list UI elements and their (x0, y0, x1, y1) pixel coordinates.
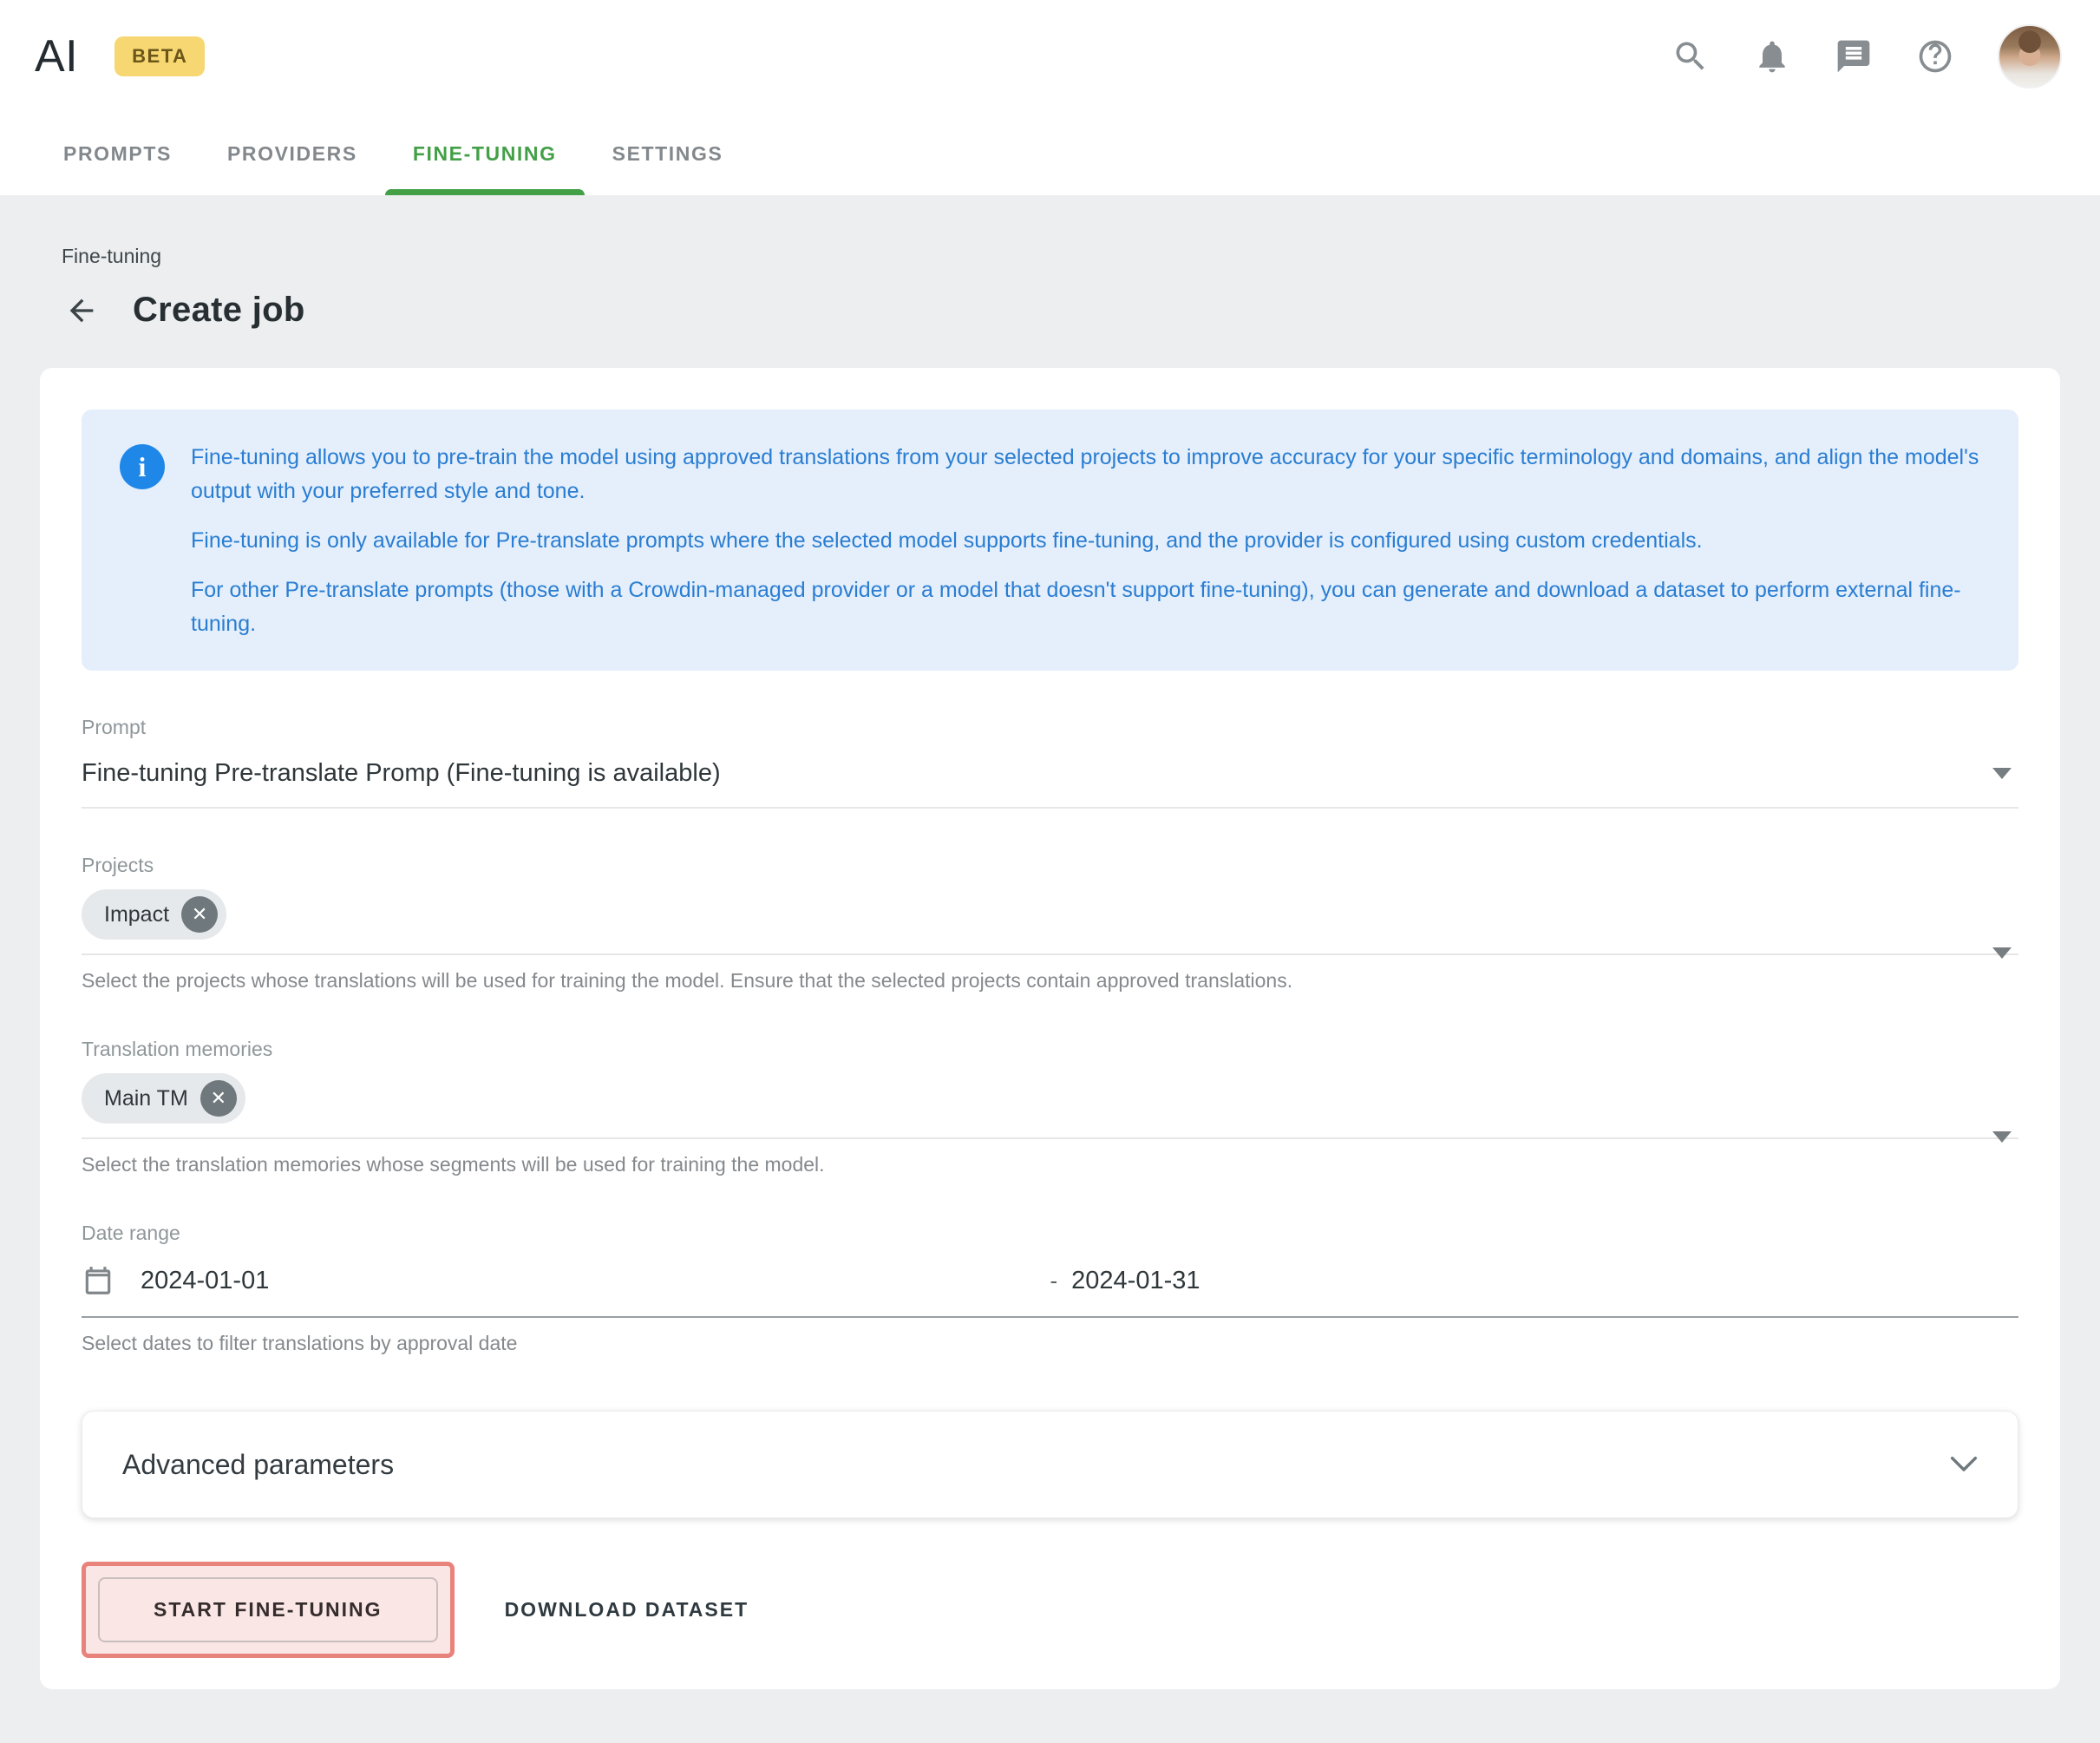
main-content: Fine-tuning Create job i Fine-tuning all… (0, 195, 2100, 1689)
info-icon: i (120, 444, 165, 489)
info-paragraph-1: Fine-tuning allows you to pre-train the … (191, 441, 1980, 508)
translation-memory-chip: Main TM ✕ (82, 1073, 245, 1124)
prompt-label: Prompt (82, 716, 2018, 739)
back-arrow-icon[interactable] (62, 293, 101, 328)
help-icon[interactable] (1916, 37, 1954, 75)
notifications-bell-icon[interactable] (1753, 37, 1791, 75)
chevron-down-icon (1950, 1456, 1978, 1473)
download-dataset-button[interactable]: DOWNLOAD DATASET (496, 1581, 758, 1639)
start-fine-tuning-highlight: START FINE-TUNING (82, 1562, 455, 1658)
date-range-field: Date range 2024-01-01 - 2024-01-31 Selec… (82, 1222, 2018, 1355)
translation-memories-chip-row[interactable]: Main TM ✕ (82, 1073, 2018, 1124)
tab-prompts[interactable]: PROMPTS (36, 113, 200, 195)
translation-memories-field: Translation memories Main TM ✕ Select th… (82, 1038, 2018, 1176)
project-chip: Impact ✕ (82, 889, 226, 940)
date-from-value: 2024-01-01 (141, 1267, 269, 1295)
date-range-underline (82, 1316, 2018, 1318)
info-box-text: Fine-tuning allows you to pre-train the … (191, 441, 1980, 641)
advanced-parameters-accordion[interactable]: Advanced parameters (82, 1411, 2018, 1518)
translation-memories-underline (82, 1137, 2018, 1139)
breadcrumb: Fine-tuning (62, 245, 2060, 268)
info-paragraph-3: For other Pre-translate prompts (those w… (191, 573, 1980, 641)
info-paragraph-2: Fine-tuning is only available for Pre-tr… (191, 524, 1980, 558)
start-fine-tuning-button[interactable]: START FINE-TUNING (98, 1577, 438, 1642)
create-job-card: i Fine-tuning allows you to pre-train th… (40, 368, 2060, 1689)
title-row: Create job (62, 291, 2060, 330)
beta-badge: BETA (114, 36, 205, 76)
translation-memories-label: Translation memories (82, 1038, 2018, 1061)
prompt-field: Prompt Fine-tuning Pre-translate Promp (… (82, 716, 2018, 809)
projects-field: Projects Impact ✕ Select the projects wh… (82, 854, 2018, 993)
tab-fine-tuning-label: FINE-TUNING (413, 142, 557, 166)
translation-memories-helper-text: Select the translation memories whose se… (82, 1153, 2018, 1176)
prompt-select[interactable]: Fine-tuning Pre-translate Promp (Fine-tu… (82, 753, 2018, 793)
projects-underline (82, 953, 2018, 955)
date-range-helper-text: Select dates to filter translations by a… (82, 1332, 2018, 1355)
date-from-input[interactable]: 2024-01-01 (82, 1264, 1050, 1297)
prompt-caret-icon[interactable] (1992, 768, 2012, 779)
date-range-separator: - (1050, 1268, 1058, 1294)
project-chip-remove-icon[interactable]: ✕ (181, 896, 218, 933)
projects-chip-row[interactable]: Impact ✕ (82, 889, 2018, 940)
translation-memory-chip-label: Main TM (104, 1086, 188, 1111)
projects-caret-icon[interactable] (1992, 947, 2012, 959)
header-icons (1671, 24, 2062, 88)
header-top-row: AI BETA (0, 0, 2100, 113)
actions-row: START FINE-TUNING DOWNLOAD DATASET (82, 1562, 2018, 1658)
date-range-row: 2024-01-01 - 2024-01-31 (82, 1259, 2018, 1302)
advanced-parameters-title: Advanced parameters (122, 1449, 1950, 1481)
calendar-icon (82, 1264, 114, 1297)
tab-fine-tuning[interactable]: FINE-TUNING (385, 113, 585, 195)
projects-helper-text: Select the projects whose translations w… (82, 969, 2018, 993)
messages-chat-icon[interactable] (1835, 37, 1873, 75)
project-chip-label: Impact (104, 902, 169, 927)
search-icon[interactable] (1671, 37, 1710, 75)
info-box: i Fine-tuning allows you to pre-train th… (82, 410, 2018, 671)
tab-settings[interactable]: SETTINGS (585, 113, 751, 195)
date-range-label: Date range (82, 1222, 2018, 1245)
tab-bar: PROMPTS PROVIDERS FINE-TUNING SETTINGS (36, 113, 2100, 195)
page-title: Create job (133, 291, 305, 330)
prompt-underline (82, 807, 2018, 809)
app-logo: AI (35, 30, 78, 82)
projects-label: Projects (82, 854, 2018, 877)
date-to-input[interactable]: - 2024-01-31 (1050, 1267, 2019, 1295)
tab-providers[interactable]: PROVIDERS (200, 113, 385, 195)
translation-memory-chip-remove-icon[interactable]: ✕ (200, 1080, 237, 1117)
user-avatar[interactable] (1998, 24, 2062, 88)
app-header: AI BETA PROMPTS PROVIDERS FINE-TUNING SE… (0, 0, 2100, 195)
active-tab-underline (385, 189, 585, 195)
date-to-value: 2024-01-31 (1071, 1267, 1200, 1295)
translation-memories-caret-icon[interactable] (1992, 1131, 2012, 1143)
